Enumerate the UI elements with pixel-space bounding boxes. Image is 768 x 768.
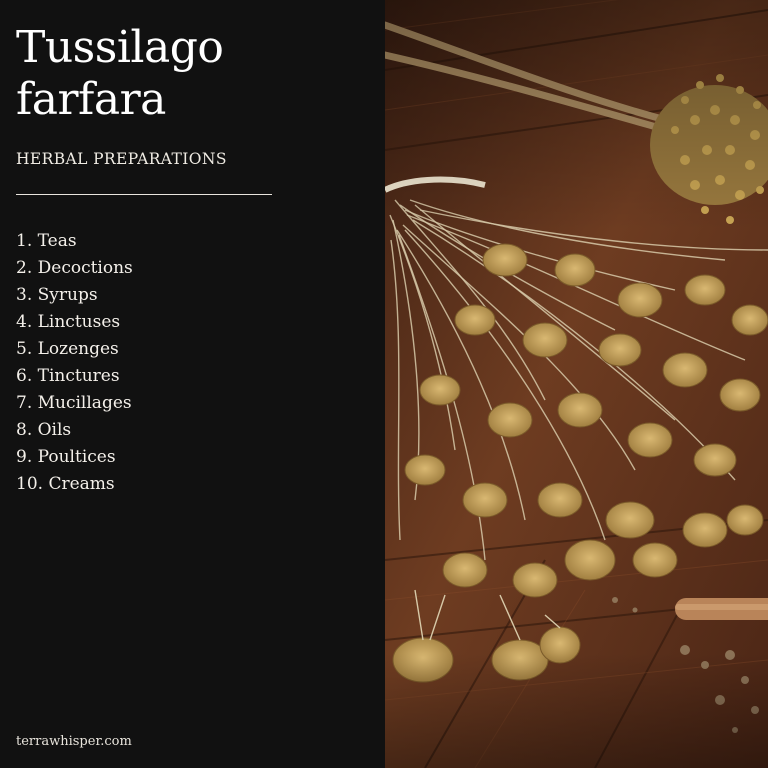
preparation-item: 8. Oils [16,420,72,440]
preparation-item: 5. Lozenges [16,339,119,359]
preparation-item: 2. Decoctions [16,258,133,278]
title-line-2: farfara [16,74,166,125]
preparation-item: 4. Linctuses [16,312,121,332]
dried-flowers-photo [385,0,768,768]
preparation-item: 9. Poultices [16,447,116,467]
photo-illustration [385,0,768,768]
preparation-item: 6. Tinctures [16,366,120,386]
preparation-item: 1. Teas [16,231,77,251]
preparations-list: 1. Teas 2. Decoctions 3. Syrups 4. Linct… [16,228,133,498]
divider-line [16,194,272,195]
section-subtitle: HERBAL PREPARATIONS [16,150,227,168]
preparation-item: 10. Creams [16,474,115,494]
plant-title: Tussilago farfara [16,22,224,126]
website-footer: terrawhisper.com [16,734,132,749]
infographic-card: Tussilago farfara HERBAL PREPARATIONS 1.… [0,0,768,768]
title-line-1: Tussilago [16,22,224,73]
preparation-item: 7. Mucillages [16,393,132,413]
photo-vignette [385,0,768,768]
preparation-item: 3. Syrups [16,285,98,305]
text-panel: Tussilago farfara HERBAL PREPARATIONS 1.… [0,0,385,768]
